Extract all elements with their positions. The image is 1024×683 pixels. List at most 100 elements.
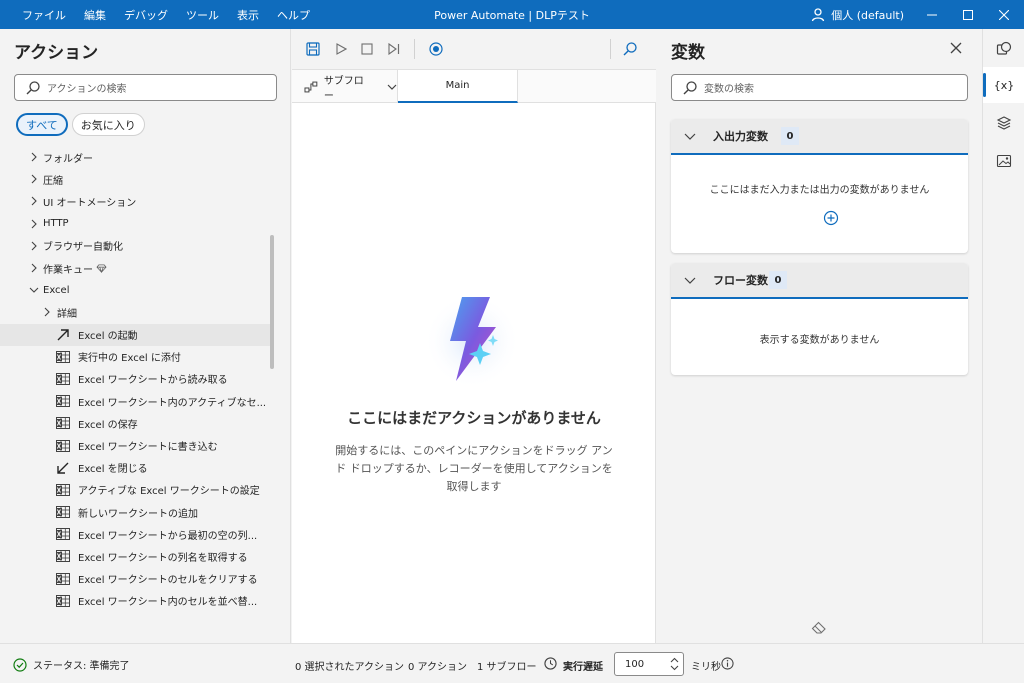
image-icon [996,154,1012,168]
chevron-right-icon [31,263,37,273]
rail-variables-button[interactable]: {x} [983,67,1024,103]
chevron-right-icon [31,241,37,251]
search-icon [623,42,637,56]
subflows-count: 1 サブフロー [477,662,537,673]
flow-variables-header[interactable]: フロー変数 0 [671,263,968,299]
spin-arrows-icon[interactable] [670,656,679,672]
tree-group[interactable]: Excel [0,279,270,301]
maximize-icon [963,9,973,20]
tree-action-item[interactable]: Excel ワークシートから最初の空の列... [0,523,270,545]
stop-button[interactable] [358,40,376,58]
menu-edit[interactable]: 編集 [84,7,106,23]
tree-item-label: ブラウザー自動化 [43,242,123,254]
toolbar-divider [414,39,415,59]
tree-item-label: Excel ワークシートのセルをクリアする [78,575,258,587]
toolbar-divider [610,39,611,59]
environment-icon [812,7,825,21]
clock-icon [544,657,557,670]
actions-search-input[interactable]: アクションの検索 [14,74,277,101]
tree-group[interactable]: 圧縮 [0,168,270,190]
menu-debug[interactable]: デバッグ [124,7,168,23]
side-rail: {x} [982,29,1024,643]
search-flow-button[interactable] [621,40,639,58]
maximize-button[interactable] [950,0,986,29]
run-delay-label: 実行遅延 [563,662,603,673]
tree-item-label: Excel ワークシート内のセルを並べ替... [78,597,258,609]
tab-main[interactable]: Main [398,70,518,103]
flow-variables-title: フロー変数 [713,274,768,287]
run-next-button[interactable] [385,40,403,58]
rail-images-button[interactable] [983,143,1024,179]
record-button[interactable] [427,40,445,58]
subflow-dropdown[interactable]: サブフロー [292,70,398,103]
subflow-icon [304,81,318,92]
eraser-icon[interactable] [811,621,827,635]
rail-ui-elements-button[interactable] [983,105,1024,141]
tree-action-item[interactable]: アクティブな Excel ワークシートの設定 [0,479,270,501]
play-icon [336,43,347,55]
actions-scrollbar[interactable] [270,235,274,369]
add-icon[interactable] [823,210,839,226]
minimize-icon [927,14,937,15]
variables-search-placeholder: 変数の検索 [704,84,754,95]
filter-all[interactable]: すべて [16,113,68,136]
account-button[interactable]: 個人 (default) [811,0,904,29]
excel-sheet-icon [56,417,70,430]
stop-icon [361,43,373,55]
flow-variables-count: 0 [769,271,787,289]
tree-subgroup[interactable]: 詳細 [0,301,270,323]
excel-sheet-icon [56,350,70,363]
run-button[interactable] [332,40,350,58]
chevron-down-icon [29,287,39,293]
tree-action-item[interactable]: Excel ワークシートから読み取る [0,368,270,390]
io-variables-title: 入出力変数 [713,130,768,143]
excel-sheet-icon [56,594,70,607]
step-icon [388,43,400,55]
assets-icon [996,41,1012,55]
close-window-button[interactable] [986,0,1022,29]
tree-group[interactable]: 作業キュー [0,257,270,279]
close-icon[interactable] [949,41,963,55]
menu-help[interactable]: ヘルプ [277,7,310,23]
menu-view[interactable]: 表示 [237,7,259,23]
tree-item-label: HTTP [43,218,69,230]
tree-action-item[interactable]: Excel の起動 [0,323,270,346]
status-indicator: ステータス: 準備完了 [13,657,130,672]
tree-group[interactable]: HTTP [0,213,270,235]
tree-item-label: フォルダー [43,153,93,165]
actions-search-placeholder: アクションの検索 [47,84,127,95]
check-circle-icon [13,657,27,672]
flow-variables-empty: 表示する変数がありません [759,335,880,346]
run-delay-input[interactable]: 100 [614,652,684,676]
info-icon[interactable] [721,657,734,670]
tree-action-item[interactable]: Excel ワークシート内のアクティブなセ... [0,390,270,412]
minimize-button[interactable] [914,0,950,29]
variables-icon: {x} [993,78,1015,92]
tree-action-item[interactable]: 新しいワークシートの追加 [0,501,270,523]
tree-action-item[interactable]: Excel ワークシート内のセルを並べ替... [0,590,270,612]
save-button[interactable] [304,40,322,58]
excel-sheet-icon [56,572,70,585]
tree-group[interactable]: ブラウザー自動化 [0,235,270,257]
variables-search-input[interactable]: 変数の検索 [671,74,968,101]
action-filter: すべて お気に入り [16,113,145,136]
filter-favorites[interactable]: お気に入り [71,113,145,136]
menu-bar: ファイル 編集 デバッグ ツール 表示 ヘルプ [0,0,328,29]
tree-item-label: Excel [43,284,70,296]
tree-action-item[interactable]: Excel ワークシートに書き込む [0,434,270,456]
rail-assets-button[interactable] [983,31,1024,67]
run-delay-unit: ミリ秒 [691,662,721,673]
io-variables-header[interactable]: 入出力変数 0 [671,119,968,155]
tree-action-item[interactable]: Excel ワークシートのセルをクリアする [0,568,270,590]
chevron-right-icon [31,219,37,229]
tree-action-item[interactable]: Excel の保存 [0,412,270,434]
tree-action-item[interactable]: 実行中の Excel に添付 [0,346,270,368]
tree-group[interactable]: UI オートメーション [0,190,270,212]
tree-action-item[interactable]: Excel ワークシートの列名を取得する [0,545,270,567]
tree-group[interactable]: フォルダー [0,146,270,168]
menu-file[interactable]: ファイル [22,7,66,23]
tree-item-label: 新しいワークシートの追加 [78,508,198,520]
menu-tools[interactable]: ツール [186,7,219,23]
tree-action-item[interactable]: Excel を閉じる [0,457,270,479]
power-automate-illustration-icon [424,293,520,389]
